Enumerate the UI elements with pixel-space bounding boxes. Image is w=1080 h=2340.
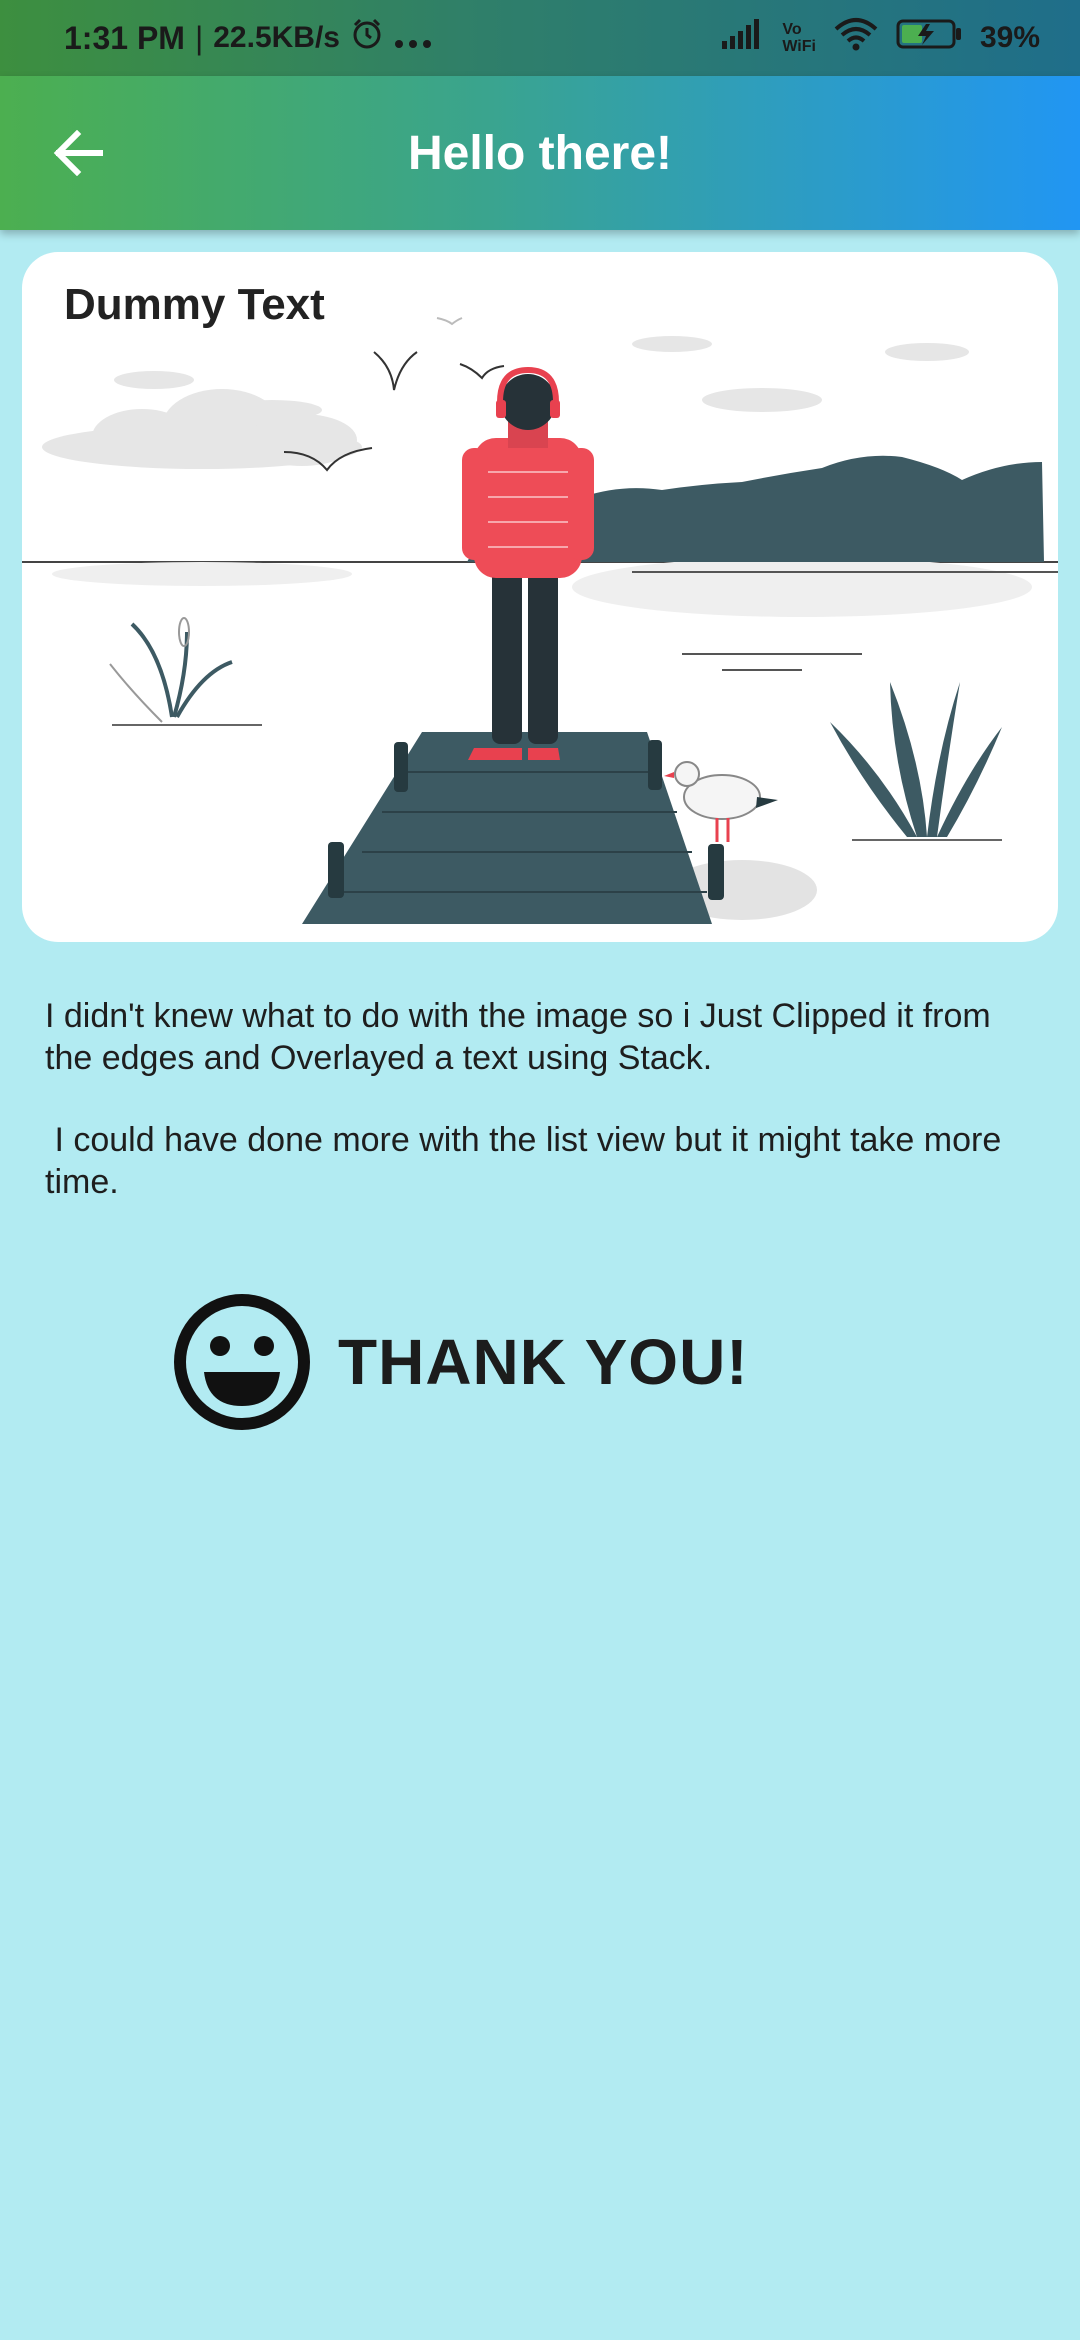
description: I didn't knew what to do with the image … [45, 995, 1035, 1243]
status-time: 1:31 PM [64, 19, 185, 56]
back-button[interactable] [48, 123, 108, 183]
vowifi-label: Vo WiFi [782, 21, 816, 55]
status-left: 1:31 PM | 22.5KB/s [64, 17, 432, 59]
alarm-icon [350, 17, 384, 59]
battery-percent: 39% [979, 21, 1040, 54]
status-bar: 1:31 PM | 22.5KB/s Vo WiFi 39% [0, 0, 1080, 76]
description-paragraph-1: I didn't knew what to do with the image … [45, 997, 1001, 1077]
person-on-pier-illustration [22, 317, 1058, 924]
smiley-face-icon [174, 1294, 310, 1430]
wifi-icon [834, 17, 878, 59]
vowifi-label-top: Vo [782, 21, 802, 38]
more-dots-icon [394, 20, 432, 57]
status-divider: | [194, 19, 204, 56]
battery-icon [896, 18, 962, 58]
page-title: Hello there! [407, 126, 673, 180]
image-card: Dummy Text [22, 252, 1058, 942]
card-overlay-text: Dummy Text [64, 280, 325, 329]
description-paragraph-2: I could have done more with the list vie… [45, 1121, 1011, 1201]
app-bar: Hello there! [0, 76, 1080, 230]
signal-icon [720, 19, 764, 57]
arrow-back-icon [53, 130, 103, 176]
vowifi-label-bottom: WiFi [782, 38, 816, 55]
thanks-row: THANK YOU! [172, 1292, 749, 1432]
thank-you-text: THANK YOU! [338, 1326, 749, 1398]
status-right: Vo WiFi 39% [720, 17, 1040, 59]
network-speed: 22.5KB/s [213, 21, 340, 54]
